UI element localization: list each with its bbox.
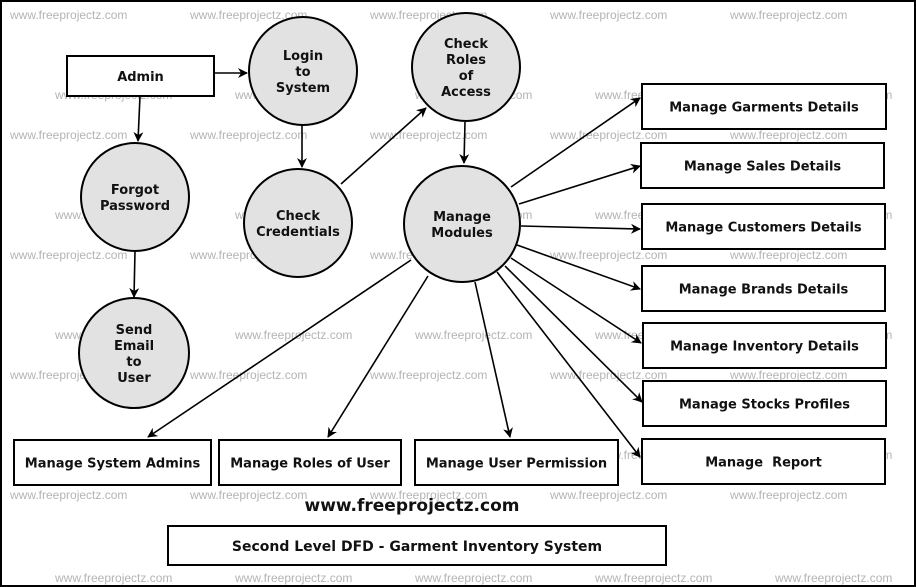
diagram-title: Second Level DFD - Garment Inventory Sys… [232, 539, 602, 555]
process-email: SendEmailtoUser [78, 297, 190, 409]
process-label-line: Forgot [111, 183, 159, 198]
watermark-text: www.freeprojectz.com [369, 368, 487, 382]
watermark-text: www.freeprojectz.com [729, 488, 847, 502]
watermark-text: www.freeprojectz.com [369, 128, 487, 142]
entity-label: Manage Report [705, 456, 822, 471]
flow-arrow-admin-to-forgot [133, 95, 144, 142]
watermark-text: www.freeprojectz.com [234, 571, 352, 585]
process-label-line: to [126, 355, 141, 370]
process-label-line: Check [276, 209, 320, 224]
entity-inventory: Manage Inventory Details [642, 322, 887, 369]
entity-label: Manage Customers Details [665, 221, 862, 236]
watermark-text: www.freeprojectz.com [549, 248, 667, 262]
process-label-line: Roles [446, 53, 486, 68]
flow-arrow-forgot-to-email [129, 250, 140, 298]
process-label-line: Password [100, 199, 170, 214]
process-label-line: to [295, 65, 310, 80]
entity-label: Manage Garments Details [669, 101, 859, 116]
process-label-line: Modules [431, 226, 493, 241]
watermark-text: www.freeprojectz.com [729, 8, 847, 22]
entity-label: Manage Sales Details [684, 160, 842, 175]
process-label-line: Credentials [256, 225, 340, 240]
entity-label: Manage User Permission [426, 457, 607, 472]
watermark-text: www.freeprojectz.com [549, 8, 667, 22]
process-label-line: Access [441, 85, 491, 100]
process-label-line: Email [114, 339, 154, 354]
watermark-text: www.freeprojectz.com [729, 368, 847, 382]
process-checkroles: CheckRolesofAccess [411, 12, 521, 122]
process-label-line: Send [116, 323, 153, 338]
flow-arrow-modules-to-sales [518, 163, 641, 205]
entity-label: Manage Brands Details [679, 283, 849, 298]
watermark-text: www.freeprojectz.com [9, 248, 127, 262]
process-label-line: Check [444, 37, 488, 52]
entity-stocks: Manage Stocks Profiles [642, 380, 887, 427]
watermark-text: www.freeprojectz.com [189, 488, 307, 502]
flow-arrow-checkroles-to-modules [459, 121, 470, 164]
entity-brands: Manage Brands Details [641, 265, 886, 312]
entity-garments: Manage Garments Details [641, 83, 887, 130]
watermark-text: www.freeprojectz.com [414, 328, 532, 342]
process-label-line: of [459, 69, 474, 84]
watermark-text: www.freeprojectz.com [729, 248, 847, 262]
dfd-diagram: www.freeprojectz.com www.freeprojectz.com… [9, 8, 892, 585]
watermark-text: www.freeprojectz.com [9, 128, 127, 142]
watermark-text: www.freeprojectz.com [729, 128, 847, 142]
flow-arrow-modules-to-customers [520, 223, 641, 234]
process-label-line: System [276, 81, 330, 96]
flow-arrow-modules-to-garments [510, 97, 641, 188]
flow-arrow-modules-to-permission [474, 281, 513, 438]
watermark-text: www.freeprojectz.com [414, 571, 532, 585]
flow-arrow-checkcred-to-checkroles [340, 107, 427, 185]
process-label-line: Manage [433, 210, 491, 225]
entity-label: Manage System Admins [25, 457, 201, 472]
process-label-line: User [117, 371, 151, 386]
entity-admin: Admin [66, 55, 215, 97]
entity-report: Manage Report [641, 438, 886, 485]
entity-roles: Manage Roles of User [218, 439, 402, 486]
watermark-text: www.freeprojectz.com [774, 571, 892, 585]
entity-permission: Manage User Permission [414, 439, 619, 486]
process-label-line: Login [283, 49, 323, 64]
watermark-text: www.freeprojectz.com [549, 368, 667, 382]
watermark-text: www.freeprojectz.com [54, 571, 172, 585]
watermark-text: www.freeprojectz.com [549, 488, 667, 502]
process-checkcred: CheckCredentials [243, 168, 353, 278]
watermark-text: www.freeprojectz.com [9, 488, 127, 502]
watermark-text: www.freeprojectz.com [9, 8, 127, 22]
entity-sysadmins: Manage System Admins [13, 439, 212, 486]
flow-arrow-modules-to-roles [327, 275, 429, 438]
entity-customers: Manage Customers Details [641, 203, 886, 250]
watermark-text: www.freeprojectz.com [594, 571, 712, 585]
flow-arrow-modules-to-report [496, 271, 641, 458]
process-modules: ManageModules [403, 165, 521, 283]
process-login: LogintoSystem [248, 16, 358, 126]
node-layer: Admin Manage Garments Details Manage Sales… [13, 12, 887, 486]
entity-label: Manage Stocks Profiles [679, 398, 850, 413]
entity-label: Manage Inventory Details [670, 340, 859, 355]
watermark-text: www.freeprojectz.com [549, 128, 667, 142]
entity-label: Manage Roles of User [230, 457, 390, 472]
entity-sales: Manage Sales Details [640, 142, 885, 189]
website-label: www.freeprojectz.com [305, 496, 520, 516]
watermark-text: www.freeprojectz.com [189, 128, 307, 142]
process-forgot: ForgotPassword [80, 142, 190, 252]
entity-label: Admin [117, 70, 164, 85]
